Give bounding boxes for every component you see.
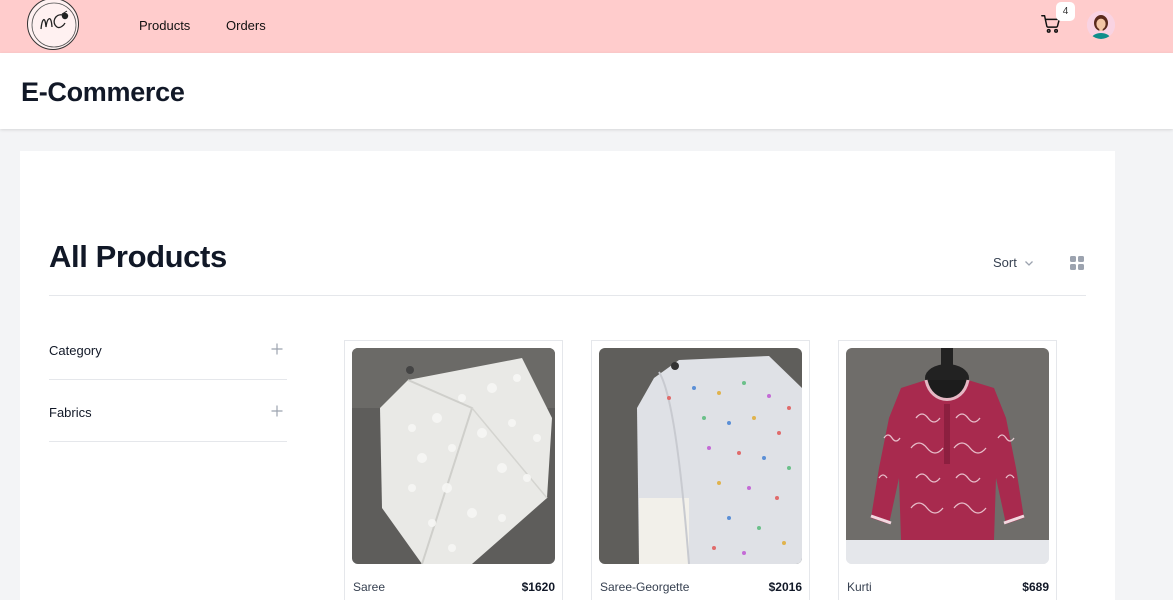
product-name: Kurti bbox=[847, 580, 872, 594]
product-price: $1620 bbox=[521, 580, 555, 594]
filter-fabrics-label: Fabrics bbox=[49, 405, 92, 420]
product-card[interactable]: Saree-Georgette $2016 bbox=[591, 340, 810, 600]
section-title: All Products bbox=[49, 239, 227, 274]
page-title: E-Commerce bbox=[21, 77, 185, 107]
filter-category-label: Category bbox=[49, 343, 102, 358]
plus-icon bbox=[271, 343, 283, 355]
user-avatar[interactable] bbox=[1087, 11, 1115, 39]
sort-label: Sort bbox=[993, 255, 1017, 270]
header-divider bbox=[49, 295, 1086, 296]
product-price: $2016 bbox=[768, 580, 802, 594]
plus-icon bbox=[271, 405, 283, 417]
page-header: E-Commerce bbox=[0, 53, 1173, 129]
chevron-down-icon bbox=[1024, 260, 1033, 266]
top-navbar: Products Orders 4 bbox=[0, 0, 1173, 53]
product-card[interactable]: Kurti $689 bbox=[838, 340, 1057, 600]
product-name: Saree bbox=[353, 580, 386, 594]
product-name: Saree-Georgette bbox=[600, 580, 690, 594]
georgette-dotted-saree-image[interactable] bbox=[599, 348, 802, 564]
filter-fabrics[interactable]: Fabrics bbox=[49, 380, 287, 442]
sort-dropdown[interactable]: Sort bbox=[993, 255, 1034, 270]
cart-count-badge: 4 bbox=[1056, 2, 1075, 21]
maroon-chikankari-kurti-image[interactable] bbox=[846, 348, 1049, 564]
filter-category[interactable]: Category bbox=[49, 318, 287, 380]
product-card[interactable]: Saree $1620 bbox=[344, 340, 563, 600]
product-price: $689 bbox=[1022, 580, 1049, 594]
grid-view-icon[interactable] bbox=[1069, 255, 1085, 271]
brand-logo[interactable] bbox=[27, 0, 79, 50]
nav-orders-link[interactable]: Orders bbox=[226, 18, 266, 33]
white-chikankari-saree-image[interactable] bbox=[352, 348, 555, 564]
nav-products-link[interactable]: Products bbox=[139, 18, 190, 33]
products-panel: All Products Sort Category Fabrics Saree… bbox=[20, 151, 1115, 600]
